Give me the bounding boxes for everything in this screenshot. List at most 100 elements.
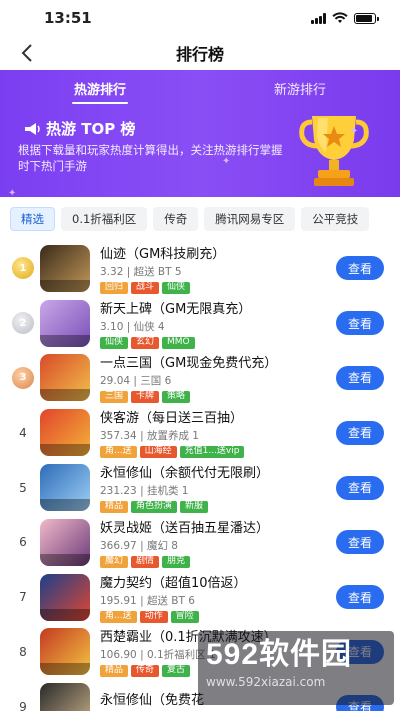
- game-tag: 战斗: [131, 281, 160, 294]
- rank-indicator: 5: [6, 481, 40, 495]
- game-tag: 新服: [180, 501, 209, 514]
- game-icon[interactable]: [40, 573, 90, 621]
- game-icon[interactable]: [40, 628, 90, 676]
- game-tag: 魔幻: [100, 555, 129, 568]
- category-filter-bar: 精选 0.1折福利区 传奇 腾讯网易专区 公平竞技: [0, 197, 400, 237]
- signal-icon: [311, 12, 326, 24]
- game-tag: 动作: [139, 610, 168, 623]
- game-icon[interactable]: [40, 464, 90, 512]
- category-chip-tencent-netease[interactable]: 腾讯网易专区: [204, 207, 296, 231]
- sparkle-icon: ✦: [350, 126, 359, 137]
- list-item[interactable]: 6 妖灵战姬（送百抽五星潘达） 366.97 | 魔幻 8 魔幻 剧情 朋克 查看: [0, 515, 400, 570]
- game-meta: 231.23 | 挂机类 1: [100, 485, 189, 498]
- game-tag: 冒险: [170, 610, 199, 623]
- game-icon[interactable]: [40, 409, 90, 457]
- rank-indicator: 6: [6, 535, 40, 549]
- list-item[interactable]: 2 新天上碑（GM无限真充） 3.10 | 仙侠 4 仙侠 玄幻 MMO 查看: [0, 296, 400, 351]
- rank-indicator: 4: [6, 426, 40, 440]
- game-icon[interactable]: [40, 354, 90, 402]
- game-tag: 三国: [100, 391, 129, 404]
- game-title: 新天上碑（GM无限真充）: [100, 301, 252, 317]
- game-icon[interactable]: [40, 299, 90, 347]
- view-button[interactable]: 查看: [336, 420, 384, 445]
- rank-number: 7: [19, 590, 27, 605]
- game-title: 一点三国（GM现金免费代充）: [100, 356, 278, 372]
- game-meta: 357.34 | 放置养成 1: [100, 430, 199, 443]
- back-button[interactable]: [14, 40, 40, 66]
- game-tag: 卡牌: [131, 391, 160, 404]
- list-item[interactable]: 7 魔力契约（超值10倍返） 195.91 | 超送 BT 6 角...送 动作 冒险 查看: [0, 570, 400, 625]
- game-title: 永恒修仙（余额代付无限刷）: [100, 466, 270, 482]
- game-tag: 仙侠: [162, 281, 191, 294]
- game-meta: 366.97 | 魔幻 8: [100, 539, 178, 552]
- game-tag: 剧情: [131, 555, 160, 568]
- tab-hot-ranking[interactable]: 热游排行: [0, 70, 200, 104]
- game-title: 侠客游（每日送三百抽）: [100, 411, 244, 427]
- game-icon[interactable]: [40, 683, 90, 711]
- list-item[interactable]: 3 一点三国（GM现金免费代充） 29.04 | 三国 6 三国 卡牌 策略 查看: [0, 351, 400, 406]
- battery-icon: [354, 12, 379, 24]
- rank-number: 4: [19, 425, 27, 440]
- page-title: 排行榜: [175, 45, 224, 64]
- game-tag: 复古: [162, 665, 191, 678]
- game-tag: 玄幻: [131, 336, 160, 349]
- game-tags: 回归 战斗 仙侠: [100, 281, 336, 294]
- medal-icon: 2: [12, 312, 34, 335]
- game-tags: 精品 角色扮演 新服: [100, 501, 336, 514]
- view-button[interactable]: 查看: [336, 475, 384, 500]
- banner-description: 根据下载量和玩家热度计算得出，关注热游排行掌握时下热门手游: [18, 143, 283, 173]
- game-tag: 传奇: [131, 665, 160, 678]
- game-info: 永恒修仙（余额代付无限刷） 231.23 | 挂机类 1 精品 角色扮演 新服: [100, 462, 336, 514]
- category-chip-legend[interactable]: 传奇: [153, 207, 199, 231]
- tab-new-ranking[interactable]: 新游排行: [200, 70, 400, 104]
- game-tag: 充值1...送vip: [179, 446, 245, 459]
- view-button[interactable]: 查看: [336, 585, 384, 610]
- game-tags: 角...送 动作 冒险: [100, 610, 336, 623]
- ranking-banner: 热游排行 新游排行 热游 TOP 榜 根据下载量和玩家热度计算得出，关注热游排行…: [0, 70, 400, 197]
- category-chip-fair-competition[interactable]: 公平竞技: [301, 207, 370, 231]
- game-info: 侠客游（每日送三百抽） 357.34 | 放置养成 1 角...送 山海经 充值1...…: [100, 407, 336, 459]
- game-info: 魔力契约（超值10倍返） 195.91 | 超送 BT 6 角...送 动作 冒险: [100, 572, 336, 623]
- ranking-tabs: 热游排行 新游排行: [0, 70, 400, 104]
- game-tags: 三国 卡牌 策略: [100, 391, 336, 404]
- rank-indicator: 2: [6, 312, 40, 335]
- game-tag: 精品: [100, 665, 129, 678]
- rank-indicator: 3: [6, 366, 40, 389]
- category-chip-featured[interactable]: 精选: [10, 207, 55, 231]
- game-tag: 角色扮演: [131, 501, 178, 514]
- sparkle-icon: ✦: [8, 188, 17, 197]
- game-tag: 角...送: [100, 610, 137, 623]
- game-tag: 回归: [100, 281, 129, 294]
- view-button[interactable]: 查看: [336, 256, 384, 281]
- game-title: 魔力契约（超值10倍返）: [100, 575, 247, 591]
- status-icons: [311, 12, 379, 24]
- rank-number: 8: [19, 644, 27, 659]
- view-button[interactable]: 查看: [336, 311, 384, 336]
- medal-icon: 3: [12, 366, 34, 389]
- game-icon[interactable]: [40, 244, 90, 292]
- list-item[interactable]: 1 仙迹（GM科技刷充） 3.32 | 超送 BT 5 回归 战斗 仙侠 查看: [0, 241, 400, 296]
- rank-indicator: 1: [6, 257, 40, 280]
- game-icon[interactable]: [40, 518, 90, 566]
- banner-headline-text: 热游 TOP 榜: [46, 120, 136, 138]
- game-info: 仙迹（GM科技刷充） 3.32 | 超送 BT 5 回归 战斗 仙侠: [100, 243, 336, 294]
- medal-icon: 1: [12, 257, 34, 280]
- category-chip-discount[interactable]: 0.1折福利区: [61, 207, 148, 231]
- game-meta: 29.04 | 三国 6: [100, 375, 172, 388]
- chevron-left-icon: [21, 44, 32, 62]
- view-button[interactable]: 查看: [336, 530, 384, 555]
- watermark-brand: 592软件园: [206, 637, 386, 673]
- watermark-url: www.592xiazai.com: [206, 675, 326, 689]
- status-time: 13:51: [44, 9, 92, 27]
- game-tag: 仙侠: [100, 336, 129, 349]
- list-item[interactable]: 5 永恒修仙（余额代付无限刷） 231.23 | 挂机类 1 精品 角色扮演 新服 查看: [0, 460, 400, 515]
- list-item[interactable]: 4 侠客游（每日送三百抽） 357.34 | 放置养成 1 角...送 山海经 充值1..…: [0, 405, 400, 460]
- game-tag: 山海经: [139, 446, 177, 459]
- trophy-icon: [299, 116, 369, 186]
- game-title: 妖灵战姬（送百抽五星潘达）: [100, 520, 270, 536]
- game-tag: 精品: [100, 501, 129, 514]
- game-tags: 仙侠 玄幻 MMO: [100, 336, 336, 349]
- watermark-brand-text: 软件园: [259, 638, 353, 671]
- game-tag: 朋克: [162, 555, 191, 568]
- view-button[interactable]: 查看: [336, 365, 384, 390]
